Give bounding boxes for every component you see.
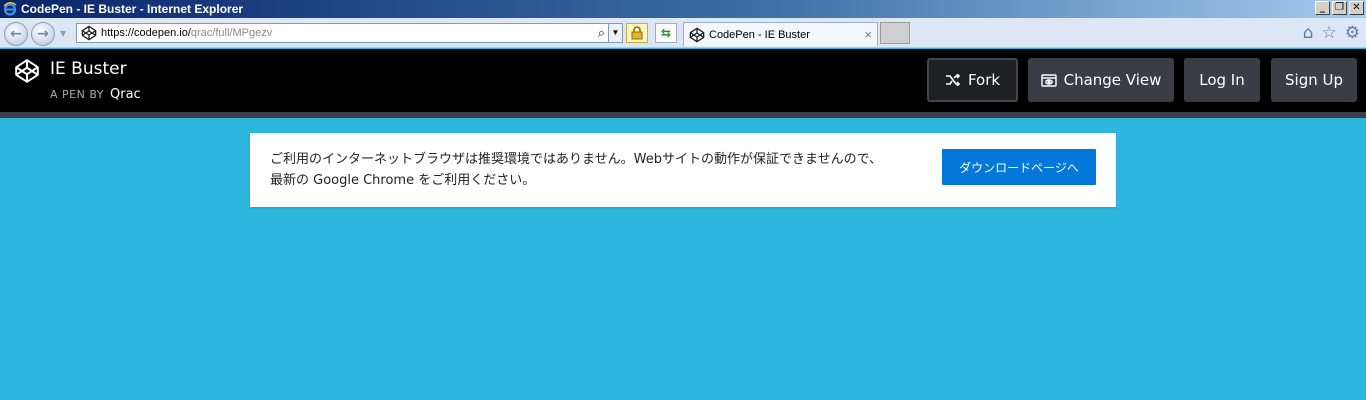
address-dropdown-icon[interactable]: ▼ [608,24,622,42]
fork-icon [945,74,961,86]
forward-button[interactable]: → [31,22,55,46]
favorites-star-icon[interactable]: ☆ [1322,24,1337,42]
history-dropdown-icon[interactable]: ▼ [60,29,66,38]
codepen-favicon-icon [81,25,97,41]
minimize-button[interactable]: _ [1315,1,1330,15]
tab-codepen-ie-buster[interactable]: CodePen - IE Buster × [683,22,878,46]
security-lock-button[interactable] [626,23,648,43]
header-divider [0,112,1366,118]
codepen-tab-favicon-icon [689,27,705,43]
notice-message-line-1: ご利用のインターネットブラウザは推奨環境ではありません。Webサイトの動作が保証… [270,152,883,167]
forward-arrow-icon: → [37,26,49,42]
tab-title: CodePen - IE Buster [709,28,810,41]
search-icon[interactable]: ⌕ [598,25,605,41]
signup-label: Sign Up [1285,71,1343,89]
browser-navbar: ← → ▼ https://codepen.io/qrac/full/MPgez… [0,18,1366,48]
lock-icon [631,26,643,40]
window-controls: _ ❐ ✕ [1315,1,1364,15]
login-button[interactable]: Log In [1184,58,1260,102]
restore-button[interactable]: ❐ [1332,1,1347,15]
browser-toolbar-icons: ⌂ ☆ ⚙ [1303,24,1360,42]
ie-buster-notice: ご利用のインターネットブラウザは推奨環境ではありません。Webサイトの動作が保証… [250,133,1116,207]
change-view-button[interactable]: Change View [1028,58,1174,102]
back-button[interactable]: ← [4,22,28,46]
url-path: qrac/full/MPgezv [190,27,273,39]
home-icon[interactable]: ⌂ [1303,24,1314,42]
back-arrow-icon: ← [10,26,22,42]
tab-close-icon[interactable]: × [864,27,872,42]
change-view-icon [1040,73,1057,87]
codepen-logo-icon[interactable] [14,58,40,84]
download-page-button[interactable]: ダウンロードページへ [942,149,1096,185]
url-host: https://codepen.io/ [101,27,191,39]
fork-button[interactable]: Fork [927,58,1018,102]
pen-author-prefix: A PEN BY [50,88,104,101]
fork-label: Fork [967,71,1001,89]
notice-message: ご利用のインターネットブラウザは推奨環境ではありません。Webサイトの動作が保証… [270,149,930,191]
address-bar[interactable]: https://codepen.io/qrac/full/MPgezv ⌕ ▼ [76,23,623,43]
tools-gear-icon[interactable]: ⚙ [1345,24,1360,42]
internet-explorer-icon [3,2,17,16]
signup-button[interactable]: Sign Up [1271,58,1357,102]
pen-author-link[interactable]: Qrac [110,87,141,102]
refresh-icon: ⇆ [660,26,672,40]
codepen-header: IE Buster A PEN BY Qrac Fork Change View… [0,49,1366,112]
notice-message-line-2: 最新の Google Chrome をご利用ください。 [270,173,536,188]
refresh-button[interactable]: ⇆ [655,23,677,43]
change-view-label: Change View [1063,71,1162,89]
new-tab-button[interactable] [880,22,910,44]
pen-title: IE Buster [50,59,127,79]
pen-author-line: A PEN BY Qrac [50,87,141,102]
window-title: CodePen - IE Buster - Internet Explorer [21,2,244,16]
window-titlebar: CodePen - IE Buster - Internet Explorer … [0,0,1366,18]
login-label: Log In [1199,71,1245,89]
close-button[interactable]: ✕ [1349,1,1364,15]
